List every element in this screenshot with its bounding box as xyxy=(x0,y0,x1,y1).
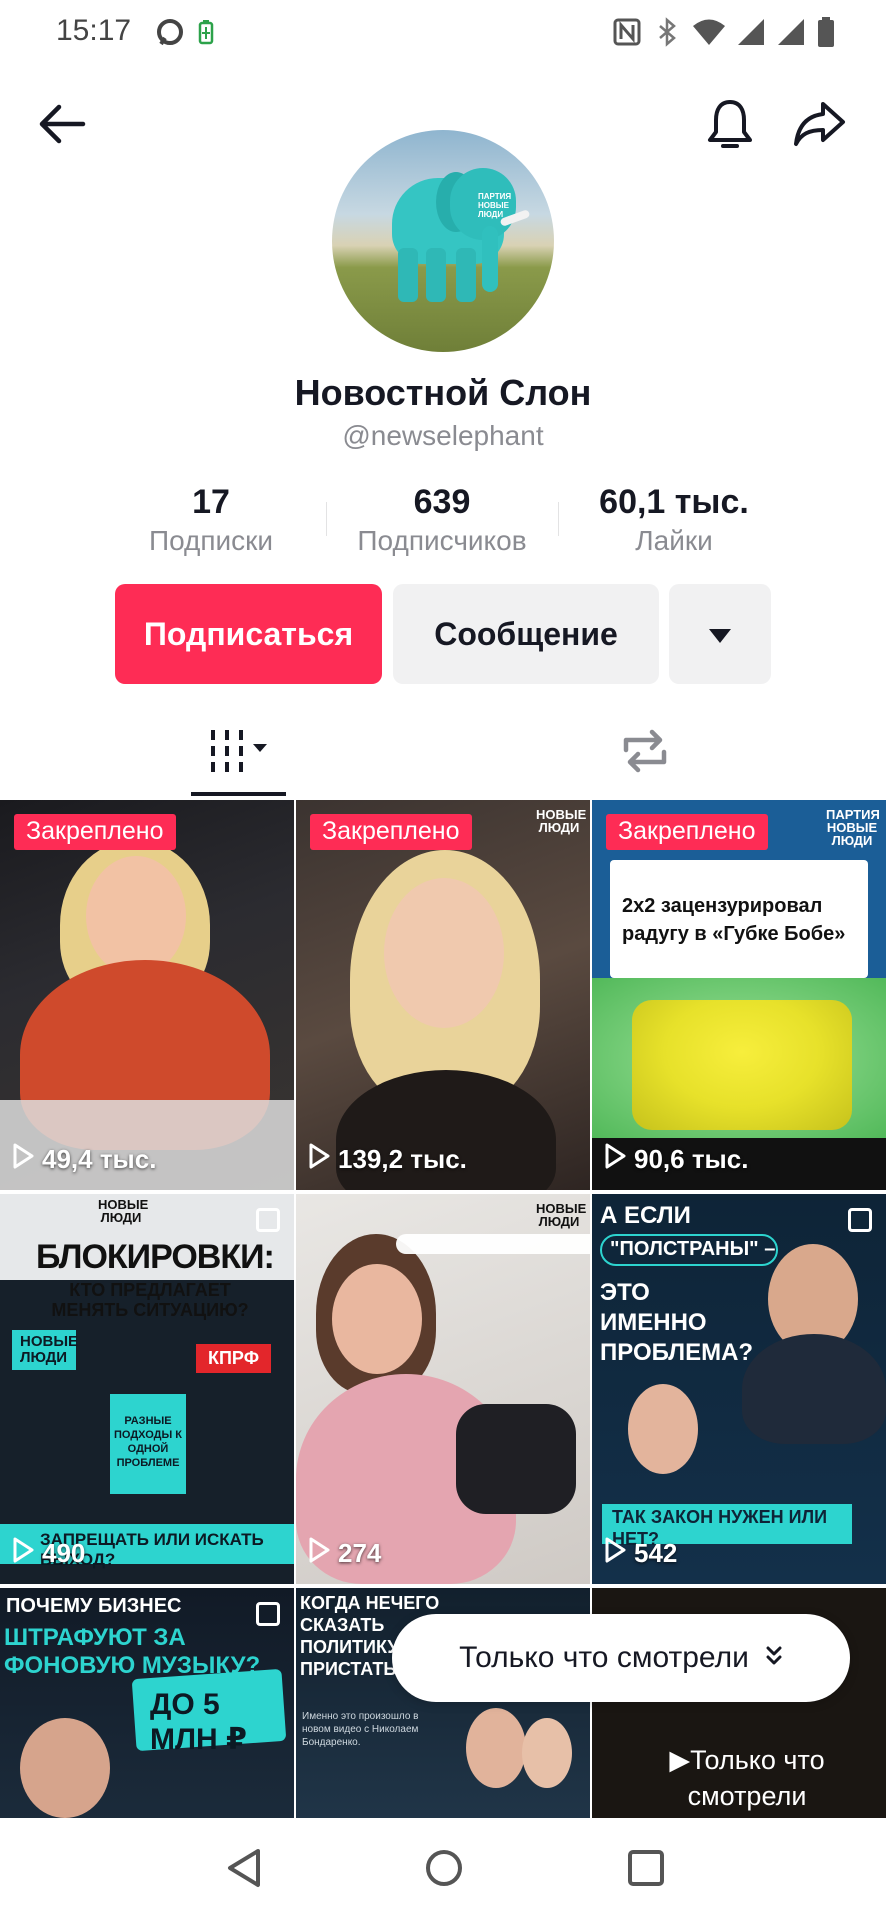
avatar[interactable]: ПАРТИЯ НОВЫЕ ЛЮДИ xyxy=(332,130,554,352)
nav-recents-icon xyxy=(625,1847,667,1894)
status-time: 15:17 xyxy=(56,14,132,47)
view-count-text: 49,4 тыс. xyxy=(42,1144,157,1174)
view-count: 90,6 тыс. xyxy=(604,1143,748,1176)
caret-down-icon xyxy=(707,616,733,653)
multi-image-icon xyxy=(256,1208,280,1232)
battery-saver-icon xyxy=(198,19,214,50)
video-thumbnail[interactable]: ПОЧЕМУ БИЗНЕС ШТРАФУЮТ ЗА ФОНОВУЮ МУЗЫКУ… xyxy=(0,1588,294,1820)
nav-home-button[interactable] xyxy=(412,1840,476,1900)
avatar-logo-text: ПАРТИЯ НОВЫЕ ЛЮДИ xyxy=(478,192,512,219)
play-icon xyxy=(604,1537,626,1570)
view-count-text: 274 xyxy=(338,1538,382,1568)
video-subtitle: КТО ПРЕДЛАГАЕТ МЕНЯТЬ СИТУАЦИЮ? xyxy=(51,1280,249,1320)
stat-likes[interactable]: 60,1 тыс. Лайки xyxy=(574,480,774,558)
pinned-badge: Закреплено xyxy=(606,814,768,850)
back-button[interactable] xyxy=(34,98,90,154)
stat-likes-label: Лайки xyxy=(635,525,713,556)
share-button[interactable] xyxy=(790,96,850,156)
video-description: Именно это произошло в новом видео с Ник… xyxy=(302,1711,419,1748)
view-count: 49,4 тыс. xyxy=(12,1143,156,1176)
pinned-badge: Закреплено xyxy=(14,814,176,850)
more-options-button[interactable] xyxy=(669,584,771,684)
profile-stats: 17 Подписки 639 Подписчиков 60,1 тыс. Ла… xyxy=(0,480,886,560)
bluetooth-icon xyxy=(652,17,682,52)
play-icon xyxy=(308,1537,330,1570)
video-thumbnail[interactable]: А ЕСЛИ "ПОЛСТРАНЫ" – ЭТО ИМЕННО ПРОБЛЕМА… xyxy=(592,1194,886,1584)
nav-recents-button[interactable] xyxy=(614,1840,678,1900)
pinned-badge: Закреплено xyxy=(310,814,472,850)
video-title: ПОЧЕМУ БИЗНЕС xyxy=(6,1595,182,1617)
play-icon: ▶ xyxy=(669,1745,691,1775)
multi-image-icon xyxy=(848,1208,872,1232)
nav-home-icon xyxy=(423,1847,465,1894)
nfc-icon xyxy=(612,17,642,52)
view-count: 274 xyxy=(308,1537,381,1570)
repost-icon xyxy=(618,726,672,781)
video-title-2: ЭТО ИМЕННО ПРОБЛЕМА? xyxy=(600,1279,754,1366)
stat-following-value: 17 xyxy=(192,483,230,521)
nav-back-icon xyxy=(224,1847,264,1894)
view-count-text: 90,6 тыс. xyxy=(634,1144,749,1174)
stat-followers-value: 639 xyxy=(413,483,471,521)
stat-followers[interactable]: 639 Подписчиков xyxy=(340,480,544,558)
view-count: 490 xyxy=(12,1537,85,1570)
brand-logo-badge: НОВЫЕ ЛЮДИ xyxy=(536,807,587,835)
profile-handle: @newselephant xyxy=(342,420,544,451)
view-count: 139,2 тыс. xyxy=(308,1143,467,1176)
stat-following-label: Подписки xyxy=(148,525,274,556)
system-nav-bar xyxy=(0,1818,886,1920)
video-thumbnail[interactable]: Закреплено НОВЫЕ ЛЮДИ 139,2 тыс. xyxy=(296,800,590,1190)
play-icon xyxy=(12,1143,34,1176)
play-icon xyxy=(604,1143,626,1176)
video-thumbnail[interactable]: 2х2 зацензурировал радугу в «Губке Бобе»… xyxy=(592,800,886,1190)
notifications-button[interactable] xyxy=(700,94,760,158)
video-thumbnail[interactable]: НОВЫЕ ЛЮДИ 274 xyxy=(296,1194,590,1584)
view-count-text: 490 xyxy=(42,1538,86,1568)
battery-icon xyxy=(816,16,836,53)
profile-name: Новостной Слон xyxy=(294,372,592,413)
view-count-text: 139,2 тыс. xyxy=(338,1144,467,1174)
active-tab-indicator xyxy=(191,792,286,796)
tab-videos[interactable] xyxy=(190,720,290,786)
signal-icon xyxy=(736,17,766,52)
recently-watched-button[interactable]: Только что смотрели xyxy=(392,1614,850,1702)
play-icon xyxy=(12,1537,34,1570)
video-card-text: 2х2 зацензурировал радугу в «Губке Бобе» xyxy=(622,895,846,945)
brand-logo-badge: НОВЫЕ ЛЮДИ xyxy=(536,1201,587,1229)
chat-bubble-icon xyxy=(156,18,184,51)
status-bar: 15:17 xyxy=(0,0,886,66)
multi-image-icon xyxy=(256,1602,280,1626)
video-thumbnail[interactable]: Закреплено 49,4 тыс. xyxy=(0,800,294,1190)
message-button[interactable]: Сообщение xyxy=(393,584,659,684)
brand-logo-badge: ПАРТИЯ НОВЫЕ ЛЮДИ xyxy=(826,807,880,848)
grid-columns-icon xyxy=(205,728,275,779)
stat-following[interactable]: 17 Подписки xyxy=(130,480,292,558)
bell-icon xyxy=(706,96,754,157)
arrow-left-icon xyxy=(37,104,87,149)
stat-followers-label: Подписчиков xyxy=(357,525,527,556)
view-count-text: 542 xyxy=(634,1538,678,1568)
video-sticker-text: ДО 5 МЛН ₽ xyxy=(150,1688,247,1756)
signal-icon xyxy=(776,17,806,52)
share-arrow-icon xyxy=(793,100,847,153)
stat-likes-value: 60,1 тыс. xyxy=(599,483,749,521)
video-thumbnail[interactable]: БЛОКИРОВКИ: КТО ПРЕДЛАГАЕТ МЕНЯТЬ СИТУАЦ… xyxy=(0,1194,294,1584)
tab-reposts[interactable] xyxy=(608,720,682,786)
video-middle-text: РАЗНЫЕ ПОДХОДЫ К ОДНОЙ ПРОБЛЕМЕ xyxy=(110,1394,186,1494)
party-label-left: НОВЫЕ ЛЮДИ xyxy=(12,1330,78,1370)
double-chevron-down-icon xyxy=(765,1641,783,1675)
video-title: БЛОКИРОВКИ: xyxy=(36,1238,275,1276)
follow-button[interactable]: Подписаться xyxy=(115,584,382,684)
recently-watched-text: Только что смотрели xyxy=(459,1641,749,1674)
recently-watched-label: ▶Только что смотрели xyxy=(669,1745,825,1811)
view-count: 542 xyxy=(604,1537,677,1570)
nav-back-button[interactable] xyxy=(212,1840,276,1900)
party-label-right: КПРФ xyxy=(196,1344,272,1373)
video-title: А ЕСЛИ xyxy=(600,1202,691,1229)
brand-logo-badge: НОВЫЕ ЛЮДИ xyxy=(98,1197,149,1225)
video-pill-text: "ПОЛСТРАНЫ" – xyxy=(610,1238,776,1260)
wifi-icon xyxy=(692,17,726,52)
play-icon xyxy=(308,1143,330,1176)
